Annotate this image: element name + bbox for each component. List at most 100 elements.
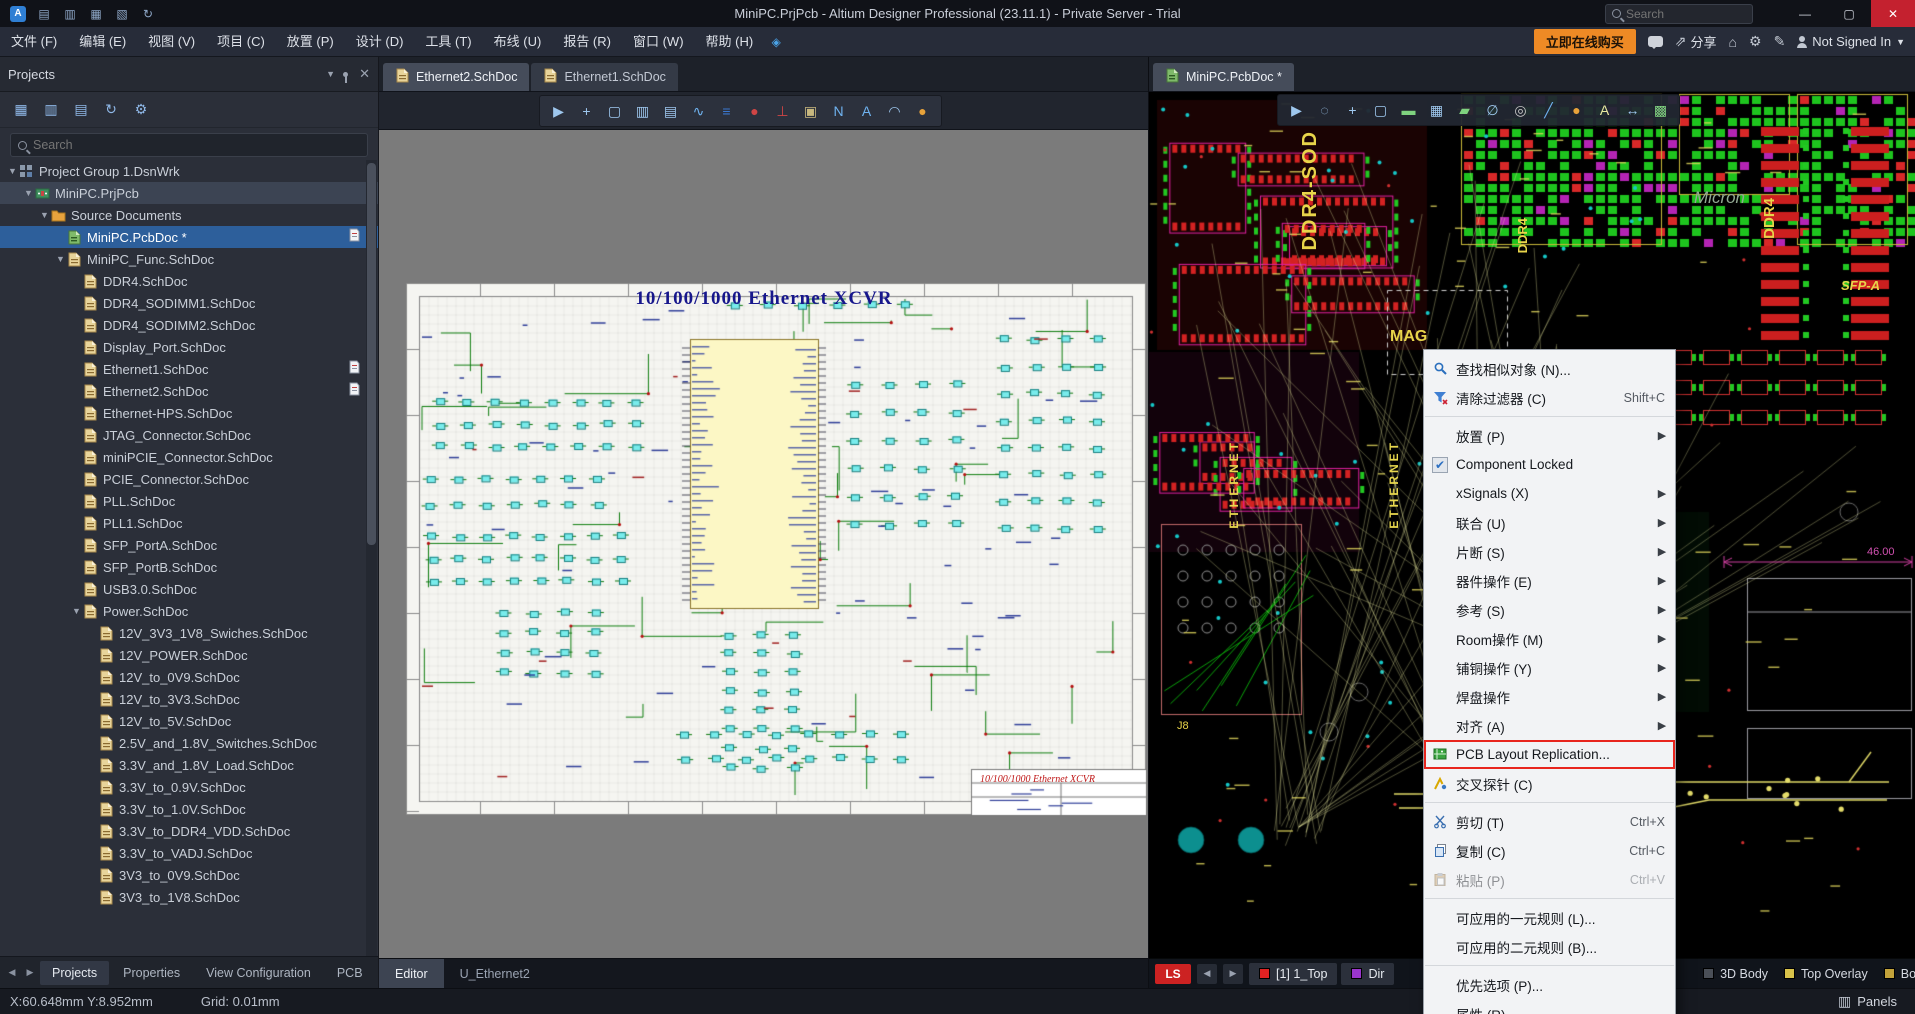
- tree-item[interactable]: 3.3V_to_DDR4_VDD.SchDoc: [0, 820, 378, 842]
- arc-icon[interactable]: ◠: [882, 99, 907, 124]
- tree-expand-icon[interactable]: ▼: [38, 210, 51, 220]
- menubar-item[interactable]: 文件 (F): [0, 27, 68, 56]
- context-menu-item[interactable]: 参考 (S)▶: [1424, 595, 1675, 624]
- junction-icon[interactable]: ●: [742, 99, 767, 124]
- context-menu-item[interactable]: xSignals (X)▶: [1424, 479, 1675, 508]
- tree-item[interactable]: MiniPC.PcbDoc *: [0, 226, 378, 248]
- align-rows-icon[interactable]: ▤: [658, 99, 683, 124]
- tree-item[interactable]: ▼MiniPC_Func.SchDoc: [0, 248, 378, 270]
- editor-bottom-tab[interactable]: U_Ethernet2: [444, 959, 546, 989]
- context-menu-item[interactable]: 器件操作 (E)▶: [1424, 566, 1675, 595]
- layer-tab[interactable]: [1] 1_Top: [1249, 963, 1337, 985]
- tree-item[interactable]: SFP_PortB.SchDoc: [0, 556, 378, 578]
- context-menu-item[interactable]: 粘贴 (P)Ctrl+V: [1424, 865, 1675, 894]
- pin-icon[interactable]: [343, 72, 348, 77]
- tree-item[interactable]: DDR4.SchDoc: [0, 270, 378, 292]
- tree-item[interactable]: ▼Project Group 1.DsnWrk: [0, 160, 378, 182]
- menubar-item[interactable]: 帮助 (H): [695, 27, 765, 56]
- cursor-icon[interactable]: ▶: [546, 99, 571, 124]
- tree-expand-icon[interactable]: ▼: [22, 188, 35, 198]
- text-icon[interactable]: A: [854, 99, 879, 124]
- settings-icon[interactable]: ⚙: [128, 98, 154, 122]
- refresh-icon[interactable]: ↻: [98, 98, 124, 122]
- menubar-item[interactable]: 编辑 (E): [68, 27, 137, 56]
- layer-legend-item[interactable]: 3D Body: [1703, 967, 1768, 981]
- panels-button[interactable]: ▥Panels: [1830, 991, 1905, 1012]
- menubar-item[interactable]: 布线 (U): [483, 27, 553, 56]
- context-menu-item[interactable]: Room操作 (M)▶: [1424, 624, 1675, 653]
- pad-icon[interactable]: ●: [1564, 98, 1589, 123]
- panel-tab-pcb[interactable]: PCB: [325, 961, 375, 985]
- save-icon[interactable]: ▦: [8, 98, 34, 122]
- tree-item[interactable]: Ethernet-HPS.SchDoc: [0, 402, 378, 424]
- layers-scroll-right-icon[interactable]: ▶: [1223, 964, 1243, 984]
- open-document-icon[interactable]: ▥: [58, 3, 82, 25]
- customize-icon[interactable]: ✎: [1774, 33, 1786, 50]
- fill-icon[interactable]: ▩: [1648, 98, 1673, 123]
- tree-item[interactable]: DDR4_SODIMM2.SchDoc: [0, 314, 378, 336]
- context-menu-item[interactable]: PCB Layout Replication...: [1424, 740, 1675, 769]
- polygon-icon[interactable]: ▰: [1452, 98, 1477, 123]
- tree-scrollbar-thumb[interactable]: [367, 163, 376, 545]
- doc-tab[interactable]: Ethernet2.SchDoc: [383, 63, 529, 91]
- dimension-icon[interactable]: ↔: [1620, 98, 1645, 123]
- context-menu-item[interactable]: 交叉探针 (C): [1424, 769, 1675, 798]
- panel-tab-view-configuration[interactable]: View Configuration: [194, 961, 323, 985]
- grid-icon[interactable]: ▦: [1424, 98, 1449, 123]
- menubar-item[interactable]: 工具 (T): [414, 27, 482, 56]
- context-menu-item[interactable]: 铺铜操作 (Y)▶: [1424, 653, 1675, 682]
- layer-set-button[interactable]: LS: [1155, 964, 1191, 984]
- context-menu-item[interactable]: 优先选项 (P)...: [1424, 970, 1675, 999]
- context-menu-item[interactable]: 联合 (U)▶: [1424, 508, 1675, 537]
- panel-tab-projects[interactable]: Projects: [40, 961, 109, 985]
- maximize-button[interactable]: ▢: [1827, 0, 1871, 27]
- crosshair-icon[interactable]: +: [574, 99, 599, 124]
- selection-rect-icon[interactable]: ▢: [1368, 98, 1393, 123]
- tree-expand-icon[interactable]: ▼: [6, 166, 19, 176]
- layer-legend-item[interactable]: Bott: [1884, 967, 1915, 981]
- import-icon[interactable]: ▧: [110, 3, 134, 25]
- tree-item[interactable]: 3.3V_to_1.0V.SchDoc: [0, 798, 378, 820]
- tree-item[interactable]: SFP_PortA.SchDoc: [0, 534, 378, 556]
- copy-icon[interactable]: ▥: [38, 98, 64, 122]
- context-menu-item[interactable]: 清除过滤器 (C)Shift+C: [1424, 383, 1675, 412]
- panel-tab-properties[interactable]: Properties: [111, 961, 192, 985]
- tree-item[interactable]: ▼Power.SchDoc: [0, 600, 378, 622]
- buy-online-button[interactable]: 立即在线购买: [1534, 29, 1636, 54]
- context-menu-item[interactable]: 片断 (S)▶: [1424, 537, 1675, 566]
- pcb-doc-tab[interactable]: MiniPC.PcbDoc *: [1153, 63, 1294, 91]
- refresh-icon[interactable]: ↻: [136, 3, 160, 25]
- projects-search-input[interactable]: [33, 138, 313, 152]
- menubar-item[interactable]: 设计 (D): [345, 27, 415, 56]
- layer-tab[interactable]: Dir: [1341, 963, 1394, 985]
- context-menu-item[interactable]: 查找相似对象 (N)...: [1424, 354, 1675, 383]
- menubar-item[interactable]: 视图 (V): [137, 27, 206, 56]
- schematic-canvas[interactable]: [379, 130, 1148, 958]
- tabs-scroll-left-icon[interactable]: ◀: [4, 962, 20, 984]
- tree-item[interactable]: PLL1.SchDoc: [0, 512, 378, 534]
- home-icon[interactable]: ⌂: [1729, 34, 1737, 50]
- tree-item[interactable]: PCIE_Connector.SchDoc: [0, 468, 378, 490]
- wire-icon[interactable]: ∿: [686, 99, 711, 124]
- tree-item[interactable]: JTAG_Connector.SchDoc: [0, 424, 378, 446]
- layer-legend-item[interactable]: Top Overlay: [1784, 967, 1868, 981]
- menubar-item[interactable]: 报告 (R): [552, 27, 622, 56]
- menubar-item[interactable]: 窗口 (W): [622, 27, 695, 56]
- cursor-icon[interactable]: ▶: [1284, 98, 1309, 123]
- sign-in-button[interactable]: Not Signed In▼: [1797, 34, 1905, 49]
- context-menu-item[interactable]: 剪切 (T)Ctrl+X: [1424, 807, 1675, 836]
- editor-bottom-tab[interactable]: Editor: [379, 959, 444, 989]
- projects-search-box[interactable]: [10, 133, 368, 157]
- tree-item[interactable]: 3V3_to_0V9.SchDoc: [0, 864, 378, 886]
- share-button[interactable]: ⇗分享: [1675, 32, 1717, 51]
- string-icon[interactable]: A: [1592, 98, 1617, 123]
- context-menu-item[interactable]: 放置 (P)▶: [1424, 421, 1675, 450]
- tree-item[interactable]: 12V_to_0V9.SchDoc: [0, 666, 378, 688]
- settings-gear-icon[interactable]: ⚙: [1749, 33, 1762, 50]
- context-menu-item[interactable]: 可应用的一元规则 (L)...: [1424, 903, 1675, 932]
- tree-expand-icon[interactable]: ▼: [70, 606, 83, 616]
- tree-item[interactable]: 12V_to_5V.SchDoc: [0, 710, 378, 732]
- layers-scroll-left-icon[interactable]: ◀: [1197, 964, 1217, 984]
- tree-item[interactable]: 3.3V_to_0.9V.SchDoc: [0, 776, 378, 798]
- selection-rect-icon[interactable]: ▢: [602, 99, 627, 124]
